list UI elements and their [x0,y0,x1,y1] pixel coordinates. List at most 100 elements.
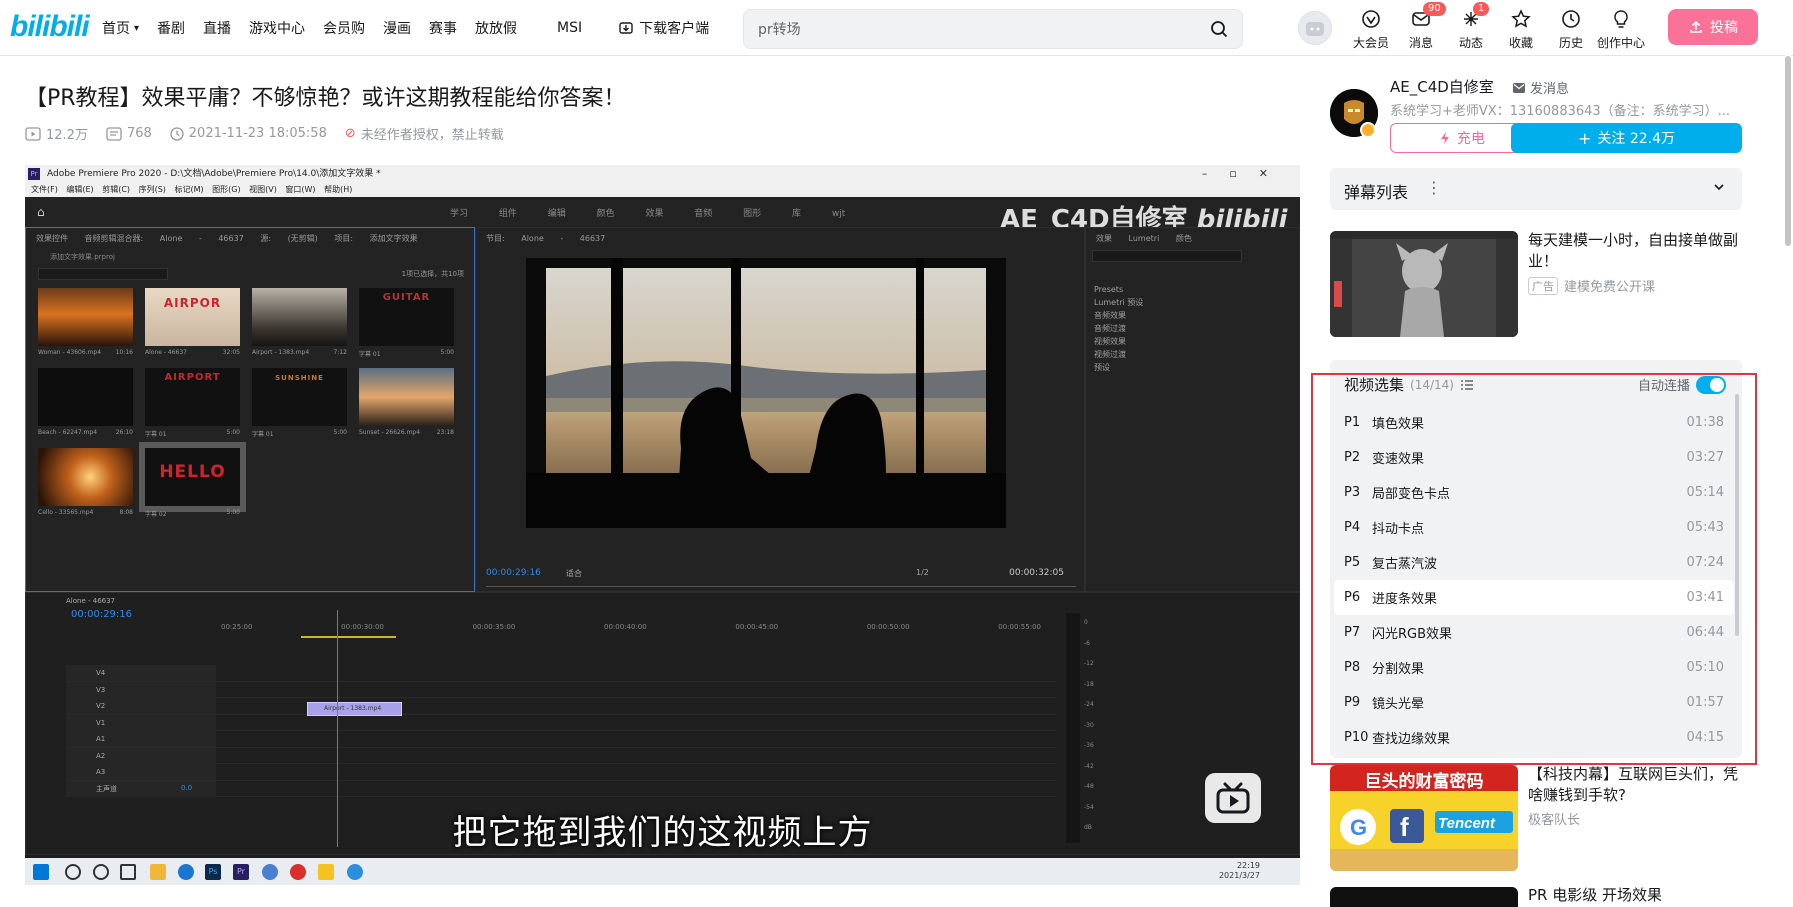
danmaku-list-header[interactable]: 弹幕列表 ⋮ [1330,168,1742,210]
windows-taskbar: Ps Pr 22:19 2021/3/27 [25,858,1300,885]
nav-home[interactable]: 首页 ▾ [93,0,148,56]
dynamic-entry[interactable]: 1 动态 [1446,2,1496,51]
thumb-sunshine-title: SUNSHINE 字幕 01 5:00 [252,368,347,438]
nav-anime[interactable]: 番剧 [148,0,194,56]
playlist-item[interactable]: P2 变速效果 03:27 [1334,440,1734,475]
recommend-thumbnail-2[interactable] [1330,887,1518,907]
search-icon[interactable] [1210,20,1228,38]
bilibili-logo[interactable]: bilibili [10,10,90,44]
playlist-item[interactable]: P9 镜头光晕 01:57 [1334,685,1734,720]
page-scrollbar[interactable] [1785,0,1791,900]
fit-select: 适合 [566,569,582,578]
window-controls: –▫✕ [1201,167,1290,180]
upload-button[interactable]: 投稿 [1668,9,1758,45]
danmaku-icon [106,126,122,141]
history-entry[interactable]: 历史 [1546,6,1596,51]
timeline-timecode: 00:00:29:16 [71,609,133,620]
user-avatar[interactable] [1298,11,1332,45]
workspace-tabs: 学习 组件 编辑 颜色 效果 音频 图形 库 wjt [450,209,846,219]
dynamic-badge: 1 [1473,2,1490,16]
ad-thumbnail[interactable] [1330,231,1518,337]
playlist-item-active[interactable]: P6 进度条效果 03:41 [1334,580,1734,615]
playlist-item[interactable]: P10 查找边缘效果 04:15 [1334,720,1734,755]
nav-live[interactable]: 直播 [194,0,240,56]
recommend-author[interactable]: 极客队长 [1528,809,1580,828]
thumb-hello-title: HELLO 字幕 02 5:00 [139,442,246,518]
svg-text:G: G [1350,815,1367,840]
thumb-beach: Beach - 62247.mp4 26:10 [38,368,133,436]
chevron-down-icon: ▾ [134,22,140,34]
playlist-item[interactable]: P1 填色效果 01:38 [1334,405,1734,440]
nav-manga[interactable]: 漫画 [374,0,420,56]
lightning-icon [1441,132,1449,144]
top-nav: 首页 ▾ 番剧 直播 游戏中心 会员购 漫画 赛事 放放假 MSI 下载客户端 [93,0,718,56]
top-header: bilibili 首页 ▾ 番剧 直播 游戏中心 会员购 漫画 赛事 放放假 MS… [0,0,1793,56]
more-vertical-icon[interactable]: ⋮ [1426,178,1442,197]
autoplay-control: 自动连播 [1638,375,1726,394]
star-icon [1511,9,1531,28]
nav-game-center[interactable]: 游戏中心 [240,0,314,56]
windows-start-icon [33,864,49,880]
chevron-down-icon[interactable] [1712,180,1726,194]
view-count: 12.2万 [25,124,88,143]
svg-text:f: f [1400,812,1409,842]
forbidden-icon: ⊘ [344,126,356,141]
play-count-icon [25,126,41,141]
playlist-header: 视频选集 (14/14) [1344,374,1474,395]
work-area-bar [301,636,396,638]
thumb-cello: Cello - 33565.mp4 8:08 [38,448,133,516]
recommend-title-2[interactable]: PR 电影级 开场效果 [1528,884,1662,905]
vip-entry[interactable]: 大会员 [1346,6,1396,51]
playlist-item[interactable]: P7 闪光RGB效果 06:44 [1334,615,1734,650]
list-icon[interactable] [1460,379,1474,391]
premiere-taskbar-icon: Pr [233,864,249,880]
recommend-title[interactable]: 【科技内幕】互联网巨头们，凭啥赚钱到手软? [1528,764,1746,806]
ad-title[interactable]: 每天建模一小时，自由接单做副业！ [1528,230,1746,272]
search-input[interactable] [758,18,1188,40]
follow-button[interactable]: + 关注 22.4万 [1511,123,1742,153]
recommend-thumbnail[interactable]: G f Tencent 巨头的财富密码 [1330,765,1518,871]
creator-center-entry[interactable]: 创作中心 [1596,6,1646,51]
favorites-entry[interactable]: 收藏 [1496,6,1546,51]
project-thumbnails: Woman - 43606.mp4 10:16 AIRPOR Alone - 466… [38,288,454,518]
nav-holiday[interactable]: 放放假 [466,0,526,56]
project-panel: 效果控件 音频剪辑混合器: Alone - 46637 源: (无剪辑) 项目:… [25,227,475,592]
play-tv-icon [1216,782,1250,814]
bilibili-tv-icon[interactable] [1205,773,1261,823]
ad-source[interactable]: 建模免费公开课 [1564,276,1655,295]
clock-icon [1562,10,1580,28]
program-monitor-frame [526,258,1006,528]
autoplay-toggle[interactable] [1696,375,1726,394]
video-subtitle: 把它拖到我们的这视频上方 [452,813,873,853]
3d-model-image [1330,231,1518,337]
thumb-airport-title: AIRPORT 字幕 01 5:00 [145,368,240,438]
playlist-item[interactable]: P5 复古蒸汽波 07:24 [1334,545,1734,580]
playlist-item[interactable]: P4 抖动卡点 05:43 [1334,510,1734,545]
download-client-link[interactable]: 下载客户端 [609,0,718,56]
nav-msi[interactable]: MSI [548,0,591,56]
nav-vip-shop[interactable]: 会员购 [314,0,374,56]
send-message-link[interactable]: 发消息 [1512,78,1569,97]
uploader-name[interactable]: AE_C4D自修室 [1390,76,1494,97]
vip-icon [1362,10,1380,28]
playlist-item[interactable]: P8 分割效果 05:10 [1334,650,1734,685]
nav-esports[interactable]: 赛事 [420,0,466,56]
thumb-alone: AIRPOR Alone - 46637 32:05 [145,288,240,356]
thumbnail-caption: 巨头的财富密码 [1364,772,1484,792]
monitor-timecode-in: 00:00:29:16 [486,568,541,578]
playlist-item[interactable]: P3 局部变色卡点 05:14 [1334,475,1734,510]
playlist-scrollbar[interactable] [1735,394,1739,636]
upload-icon [1690,20,1702,33]
video-title: 【PR教程】效果平庸？不够惊艳？或许这期教程能给你答案！ [25,86,626,111]
thumb-airport: Airport - 1383.mp4 7:12 [252,288,347,356]
timeline-tracks: V4 V3 V2 V1 A1 A2 A3 主声道 0.0 [66,665,1056,797]
monitor-timecode-out: 00:00:32:05 [1009,568,1064,578]
project-panel-tabs: 效果控件 音频剪辑混合器: Alone - 46637 源: (无剪辑) 项目:… [36,234,418,243]
page-scrollbar-thumb[interactable] [1785,56,1791,246]
quality-select: 1/2 [916,568,929,577]
video-player[interactable]: Pr Adobe Premiere Pro 2020 - D:\文档\Adobe… [25,165,1300,885]
mail-icon [1513,82,1525,93]
selection-info: 1项已选择，共10项 [401,270,464,278]
project-file-name: 添加文字效果.prproj [50,253,115,261]
message-entry[interactable]: 90 消息 [1396,2,1446,51]
